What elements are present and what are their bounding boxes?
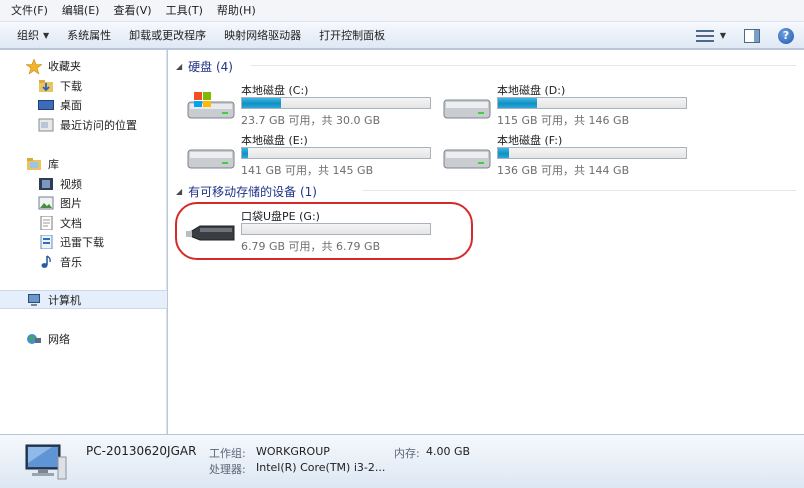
nav-network[interactable]: 网络: [0, 329, 167, 348]
xunlei-folder-icon: [38, 234, 54, 249]
drive-free-space: 136 GB 可用，共 144 GB: [497, 164, 630, 177]
nav-videos-label: 视频: [60, 177, 82, 191]
nav-videos[interactable]: 视频: [0, 174, 167, 193]
drive-usage-fill: [242, 148, 248, 158]
nav-documents[interactable]: 文档: [0, 213, 167, 232]
nav-recent-places[interactable]: 最近访问的位置: [0, 115, 167, 134]
hard-drive-icon: [186, 140, 238, 172]
drive-free-space: 115 GB 可用，共 146 GB: [497, 114, 630, 127]
nav-downloads[interactable]: 下载: [0, 76, 167, 95]
change-view-button[interactable]: ▼: [695, 29, 726, 43]
drive-free-space: 141 GB 可用，共 145 GB: [241, 164, 374, 177]
collapse-triangle-icon: ◢: [176, 187, 183, 196]
menu-edit[interactable]: 编辑(E): [55, 0, 107, 22]
workgroup-value: WORKGROUP: [256, 445, 330, 458]
memory-value: 4.00 GB: [426, 445, 471, 458]
drive-free-space: 23.7 GB 可用，共 30.0 GB: [241, 114, 381, 127]
drive-e[interactable]: 本地磁盘 (E:) 141 GB 可用，共 145 GB: [186, 132, 436, 178]
computer-icon: [22, 441, 68, 483]
nav-recent-label: 最近访问的位置: [60, 118, 137, 132]
menu-help[interactable]: 帮助(H): [210, 0, 263, 22]
collapse-triangle-icon: ◢: [176, 62, 183, 71]
video-icon: [38, 177, 54, 191]
drive-f[interactable]: 本地磁盘 (F:) 136 GB 可用，共 144 GB: [442, 132, 692, 178]
uninstall-program-button[interactable]: 卸载或更改程序: [120, 22, 215, 49]
drive-usage-bar: [497, 147, 687, 159]
nav-computer-label: 计算机: [48, 293, 81, 307]
workgroup-label: 工作组:: [209, 447, 246, 460]
nav-xunlei-label: 迅雷下载: [60, 235, 104, 249]
recent-places-icon: [38, 118, 54, 132]
nav-libraries[interactable]: 库: [0, 154, 167, 173]
menu-file[interactable]: 文件(F): [4, 0, 55, 22]
group-header-hard-disks[interactable]: ◢ 硬盘 (4): [176, 58, 233, 75]
drive-usage-fill: [242, 98, 282, 108]
organize-label: 组织: [17, 28, 39, 42]
menu-bar: 文件(F) 编辑(E) 查看(V) 工具(T) 帮助(H): [0, 0, 804, 22]
drive-name: 本地磁盘 (E:): [241, 134, 308, 147]
documents-icon: [38, 215, 54, 230]
nav-favorites-label: 收藏夹: [48, 59, 81, 73]
organize-button[interactable]: 组织 ▼: [8, 22, 58, 49]
menu-view[interactable]: 查看(V): [106, 0, 158, 22]
nav-music[interactable]: 音乐: [0, 252, 167, 271]
preview-pane-icon[interactable]: [744, 28, 760, 43]
drive-usage-bar: [241, 97, 431, 109]
nav-desktop[interactable]: 桌面: [0, 95, 167, 114]
nav-pictures-label: 图片: [60, 196, 82, 210]
nav-network-label: 网络: [48, 332, 70, 346]
help-icon[interactable]: ?: [778, 27, 794, 44]
chevron-down-icon: ▼: [43, 30, 50, 40]
nav-downloads-label: 下载: [60, 79, 82, 93]
group-divider: [250, 65, 796, 66]
drive-usage-bar: [241, 147, 431, 159]
drive-name: 本地磁盘 (D:): [497, 84, 566, 97]
cpu-value: Intel(R) Core(TM) i3-2...: [256, 461, 386, 474]
nav-music-label: 音乐: [60, 255, 82, 269]
open-control-panel-button[interactable]: 打开控制面板: [310, 22, 394, 49]
star-icon: [25, 57, 43, 75]
chevron-down-icon: ▼: [719, 31, 726, 40]
menu-tools[interactable]: 工具(T): [159, 0, 210, 22]
computer-icon: [26, 293, 42, 307]
desktop-icon: [38, 98, 54, 112]
map-network-drive-button[interactable]: 映射网络驱动器: [215, 22, 310, 49]
group-header-removable-label: 有可移动存储的设备 (1): [188, 185, 317, 199]
network-icon: [26, 332, 42, 346]
library-icon: [26, 157, 42, 171]
highlight-circle: [175, 202, 473, 260]
cpu-label: 处理器:: [209, 463, 246, 476]
drive-name: 本地磁盘 (C:): [241, 84, 309, 97]
nav-desktop-label: 桌面: [60, 98, 82, 112]
drive-usage-fill: [498, 148, 510, 158]
drive-name: 本地磁盘 (F:): [497, 134, 563, 147]
group-header-hard-disks-label: 硬盘 (4): [188, 60, 233, 74]
memory-label: 内存:: [394, 447, 420, 460]
nav-xunlei-downloads[interactable]: 迅雷下载: [0, 232, 167, 251]
windows-drive-icon: [186, 90, 238, 122]
music-note-icon: [38, 254, 54, 269]
group-divider: [362, 190, 796, 191]
hard-drive-icon: [442, 140, 494, 172]
system-properties-button[interactable]: 系统属性: [58, 22, 120, 49]
drive-usage-bar: [497, 97, 687, 109]
nav-documents-label: 文档: [60, 216, 82, 230]
pc-name: PC-20130620JGAR: [86, 444, 197, 458]
nav-favorites[interactable]: 收藏夹: [0, 56, 167, 75]
drive-d[interactable]: 本地磁盘 (D:) 115 GB 可用，共 146 GB: [442, 82, 692, 128]
view-list-icon: [695, 29, 714, 43]
nav-libraries-label: 库: [48, 157, 59, 171]
details-pane: PC-20130620JGAR 工作组: WORKGROUP 内存: 4.00 …: [0, 434, 804, 488]
group-header-removable[interactable]: ◢ 有可移动存储的设备 (1): [176, 183, 317, 200]
drive-usage-fill: [498, 98, 538, 108]
nav-computer[interactable]: 计算机: [0, 290, 167, 309]
hard-drive-icon: [442, 90, 494, 122]
pictures-icon: [38, 196, 54, 210]
downloads-folder-icon: [38, 79, 54, 93]
drive-c[interactable]: 本地磁盘 (C:) 23.7 GB 可用，共 30.0 GB: [186, 82, 436, 128]
command-bar: 组织 ▼ 系统属性 卸载或更改程序 映射网络驱动器 打开控制面板 ▼ ?: [0, 22, 804, 49]
nav-pictures[interactable]: 图片: [0, 193, 167, 212]
navigation-pane: 收藏夹 下载 桌面 最近访问的位置 库 视频 图片 文档 迅雷下载 音乐 计算机: [0, 50, 167, 434]
